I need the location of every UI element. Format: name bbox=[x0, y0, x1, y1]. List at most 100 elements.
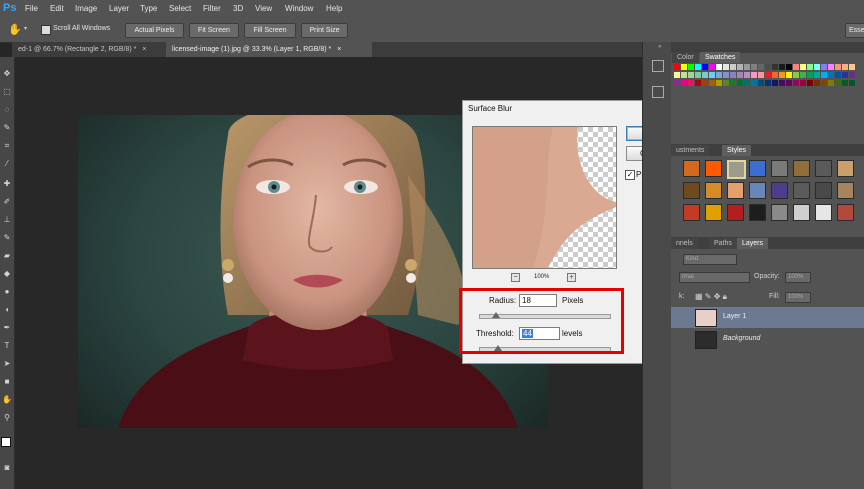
color-swatch[interactable] bbox=[709, 72, 715, 78]
menu-file[interactable]: File bbox=[25, 4, 38, 13]
tab-document-2[interactable]: licensed-image (1).jpg @ 33.3% (Layer 1,… bbox=[166, 42, 372, 57]
filter-preview[interactable] bbox=[472, 126, 617, 269]
color-swatch[interactable] bbox=[821, 72, 827, 78]
color-swatch[interactable] bbox=[800, 72, 806, 78]
color-swatch[interactable] bbox=[779, 80, 785, 86]
color-swatch[interactable] bbox=[786, 72, 792, 78]
color-swatch[interactable] bbox=[835, 80, 841, 86]
collapse-arrows-icon[interactable]: » bbox=[658, 44, 661, 50]
color-swatch[interactable] bbox=[849, 80, 855, 86]
path-selection-tool-icon[interactable]: ➤ bbox=[2, 359, 12, 368]
color-swatch[interactable] bbox=[814, 72, 820, 78]
style-swatch[interactable] bbox=[771, 182, 788, 199]
workspace-essentials-button[interactable]: Esse bbox=[845, 23, 864, 38]
close-icon[interactable]: × bbox=[142, 46, 146, 53]
color-swatch[interactable] bbox=[681, 80, 687, 86]
menu-3d[interactable]: 3D bbox=[233, 4, 243, 13]
layer-row-background[interactable]: Background bbox=[671, 329, 864, 350]
type-tool-icon[interactable]: T bbox=[2, 341, 12, 350]
style-swatch[interactable] bbox=[727, 204, 744, 221]
color-swatch[interactable] bbox=[695, 72, 701, 78]
color-swatch[interactable] bbox=[681, 64, 687, 70]
color-swatch[interactable] bbox=[702, 80, 708, 86]
color-swatch[interactable] bbox=[779, 72, 785, 78]
color-swatch[interactable] bbox=[814, 64, 820, 70]
style-swatch[interactable] bbox=[727, 182, 744, 199]
rectangle-tool-icon[interactable]: ■ bbox=[2, 377, 12, 386]
color-swatch[interactable] bbox=[695, 64, 701, 70]
preview-checkbox[interactable]: ✓ bbox=[625, 170, 635, 180]
style-swatch[interactable] bbox=[793, 160, 810, 177]
color-swatch[interactable] bbox=[807, 64, 813, 70]
print-size-button[interactable]: Print Size bbox=[301, 23, 348, 38]
color-swatch[interactable] bbox=[723, 80, 729, 86]
color-swatch[interactable] bbox=[716, 80, 722, 86]
color-swatch[interactable] bbox=[751, 80, 757, 86]
color-swatch[interactable] bbox=[744, 64, 750, 70]
opacity-input[interactable]: 100% bbox=[785, 272, 811, 283]
color-swatch[interactable] bbox=[730, 80, 736, 86]
eyedropper-tool-icon[interactable]: ⁄ bbox=[2, 159, 12, 168]
actual-pixels-button[interactable]: Actual Pixels bbox=[125, 23, 184, 38]
color-swatch[interactable] bbox=[744, 72, 750, 78]
tab-channels[interactable]: nnels bbox=[671, 238, 698, 249]
color-swatch[interactable] bbox=[779, 64, 785, 70]
layer-row-layer-1[interactable]: Layer 1 bbox=[671, 307, 864, 328]
close-icon[interactable]: × bbox=[337, 46, 341, 53]
color-swatch[interactable] bbox=[814, 80, 820, 86]
color-swatch[interactable] bbox=[828, 72, 834, 78]
foreground-color-swatch[interactable] bbox=[1, 437, 11, 447]
color-swatch[interactable] bbox=[737, 64, 743, 70]
color-swatch[interactable] bbox=[702, 72, 708, 78]
history-brush-tool-icon[interactable]: ✎ bbox=[2, 233, 12, 242]
color-swatch[interactable] bbox=[709, 64, 715, 70]
color-swatch[interactable] bbox=[765, 72, 771, 78]
color-swatch[interactable] bbox=[723, 64, 729, 70]
style-swatch[interactable] bbox=[749, 204, 766, 221]
color-swatch[interactable] bbox=[758, 80, 764, 86]
menu-view[interactable]: View bbox=[255, 4, 272, 13]
style-swatch[interactable] bbox=[749, 160, 766, 177]
color-swatch[interactable] bbox=[737, 80, 743, 86]
menu-edit[interactable]: Edit bbox=[50, 4, 64, 13]
fill-screen-button[interactable]: Fill Screen bbox=[244, 23, 296, 38]
color-swatch[interactable] bbox=[674, 72, 680, 78]
dodge-tool-icon[interactable]: ◖ bbox=[2, 305, 12, 314]
fit-screen-button[interactable]: Fit Screen bbox=[189, 23, 239, 38]
color-swatch[interactable] bbox=[702, 64, 708, 70]
color-swatch[interactable] bbox=[821, 80, 827, 86]
color-swatch[interactable] bbox=[751, 72, 757, 78]
style-swatch[interactable] bbox=[815, 182, 832, 199]
color-swatch[interactable] bbox=[688, 64, 694, 70]
menu-select[interactable]: Select bbox=[169, 4, 191, 13]
chevron-down-icon[interactable]: ▾ bbox=[24, 25, 27, 32]
marquee-tool-icon[interactable]: ⬚ bbox=[2, 87, 12, 96]
color-swatch[interactable] bbox=[765, 64, 771, 70]
color-swatch[interactable] bbox=[709, 80, 715, 86]
style-swatch[interactable] bbox=[837, 204, 854, 221]
pen-tool-icon[interactable]: ✒ bbox=[2, 323, 12, 332]
menu-help[interactable]: Help bbox=[326, 4, 342, 13]
style-swatch[interactable] bbox=[683, 160, 700, 177]
color-swatch[interactable] bbox=[681, 72, 687, 78]
quick-select-tool-icon[interactable]: ✎ bbox=[2, 123, 12, 132]
color-swatch[interactable] bbox=[772, 80, 778, 86]
color-swatch[interactable] bbox=[821, 64, 827, 70]
menu-layer[interactable]: Layer bbox=[109, 4, 129, 13]
crop-tool-icon[interactable]: ⌗ bbox=[2, 141, 12, 150]
tab-adjustments[interactable]: ustments bbox=[671, 145, 710, 156]
color-swatch[interactable] bbox=[828, 80, 834, 86]
style-swatch[interactable] bbox=[705, 160, 722, 177]
menu-filter[interactable]: Filter bbox=[203, 4, 221, 13]
style-swatch[interactable] bbox=[837, 160, 854, 177]
color-swatch[interactable] bbox=[765, 80, 771, 86]
tab-color[interactable]: Color bbox=[672, 52, 699, 63]
color-swatch[interactable] bbox=[835, 64, 841, 70]
color-swatch[interactable] bbox=[674, 64, 680, 70]
tab-layers[interactable]: Layers bbox=[737, 238, 769, 249]
properties-panel-icon[interactable] bbox=[652, 86, 664, 98]
color-swatch[interactable] bbox=[688, 80, 694, 86]
color-swatch[interactable] bbox=[723, 72, 729, 78]
color-swatch[interactable] bbox=[772, 64, 778, 70]
color-swatch[interactable] bbox=[786, 64, 792, 70]
